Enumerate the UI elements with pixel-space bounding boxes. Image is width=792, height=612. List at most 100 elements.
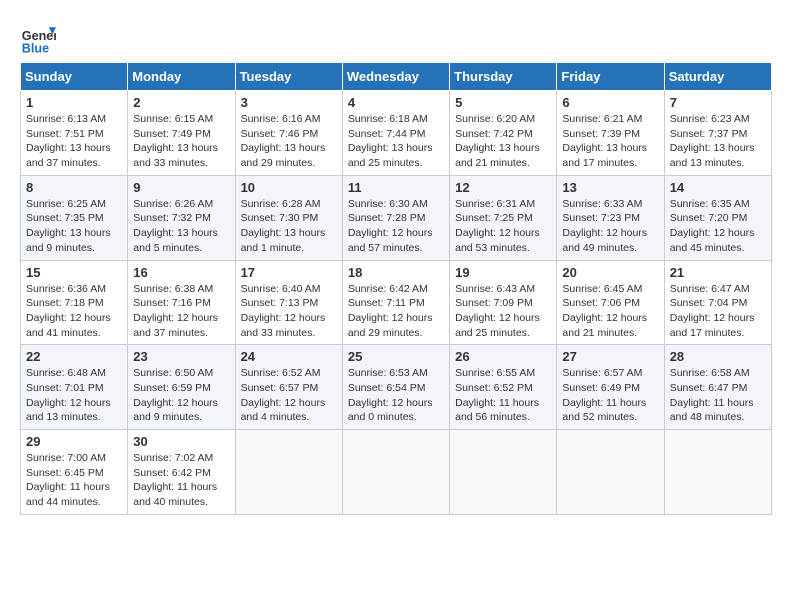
day-number: 4 xyxy=(348,95,444,110)
day-info: Sunrise: 6:42 AMSunset: 7:11 PMDaylight:… xyxy=(348,282,444,341)
calendar-cell: 23 Sunrise: 6:50 AMSunset: 6:59 PMDayligh… xyxy=(128,345,235,430)
day-info: Sunrise: 6:36 AMSunset: 7:18 PMDaylight:… xyxy=(26,282,122,341)
weekday-header-wednesday: Wednesday xyxy=(342,63,449,91)
day-number: 17 xyxy=(241,265,337,280)
day-number: 23 xyxy=(133,349,229,364)
day-info: Sunrise: 6:31 AMSunset: 7:25 PMDaylight:… xyxy=(455,197,551,256)
weekday-header-saturday: Saturday xyxy=(664,63,771,91)
day-info: Sunrise: 7:00 AMSunset: 6:45 PMDaylight:… xyxy=(26,451,122,510)
day-number: 11 xyxy=(348,180,444,195)
calendar-cell: 28 Sunrise: 6:58 AMSunset: 6:47 PMDayligh… xyxy=(664,345,771,430)
calendar-cell: 14 Sunrise: 6:35 AMSunset: 7:20 PMDayligh… xyxy=(664,175,771,260)
calendar-cell: 7Sunrise: 6:23 AMSunset: 7:37 PMDaylight… xyxy=(664,91,771,176)
calendar-cell: 12 Sunrise: 6:31 AMSunset: 7:25 PMDayligh… xyxy=(450,175,557,260)
day-info: Sunrise: 6:25 AMSunset: 7:35 PMDaylight:… xyxy=(26,197,122,256)
calendar-cell: 1 Sunrise: 6:13 AMSunset: 7:51 PMDaylight… xyxy=(21,91,128,176)
calendar-cell: 2 Sunrise: 6:15 AMSunset: 7:49 PMDaylight… xyxy=(128,91,235,176)
calendar-cell: 24Sunrise: 6:52 AMSunset: 6:57 PMDayligh… xyxy=(235,345,342,430)
logo: General Blue xyxy=(20,20,56,56)
calendar-week-4: 22 Sunrise: 6:48 AMSunset: 7:01 PMDayligh… xyxy=(21,345,772,430)
calendar-cell: 5 Sunrise: 6:20 AMSunset: 7:42 PMDaylight… xyxy=(450,91,557,176)
day-info: Sunrise: 6:43 AMSunset: 7:09 PMDaylight:… xyxy=(455,282,551,341)
day-info: Sunrise: 6:48 AMSunset: 7:01 PMDaylight:… xyxy=(26,366,122,425)
calendar-cell: 8 Sunrise: 6:25 AMSunset: 7:35 PMDaylight… xyxy=(21,175,128,260)
day-info: Sunrise: 6:40 AMSunset: 7:13 PMDaylight:… xyxy=(241,282,337,341)
calendar-cell: 21 Sunrise: 6:47 AMSunset: 7:04 PMDayligh… xyxy=(664,260,771,345)
weekday-header-tuesday: Tuesday xyxy=(235,63,342,91)
calendar-cell: 15Sunrise: 6:36 AMSunset: 7:18 PMDayligh… xyxy=(21,260,128,345)
calendar-cell: 26 Sunrise: 6:55 AMSunset: 6:52 PMDayligh… xyxy=(450,345,557,430)
day-info: Sunrise: 6:58 AMSunset: 6:47 PMDaylight:… xyxy=(670,366,766,425)
day-number: 30 xyxy=(133,434,229,449)
day-info: Sunrise: 6:18 AMSunset: 7:44 PMDaylight:… xyxy=(348,112,444,171)
calendar-cell: 10 Sunrise: 6:28 AMSunset: 7:30 PMDayligh… xyxy=(235,175,342,260)
calendar-cell: 25Sunrise: 6:53 AMSunset: 6:54 PMDayligh… xyxy=(342,345,449,430)
weekday-header-row: SundayMondayTuesdayWednesdayThursdayFrid… xyxy=(21,63,772,91)
day-number: 29 xyxy=(26,434,122,449)
page-header: General Blue xyxy=(20,20,772,56)
day-number: 20 xyxy=(562,265,658,280)
calendar-cell: 13 Sunrise: 6:33 AMSunset: 7:23 PMDayligh… xyxy=(557,175,664,260)
calendar-cell: 22 Sunrise: 6:48 AMSunset: 7:01 PMDayligh… xyxy=(21,345,128,430)
weekday-header-friday: Friday xyxy=(557,63,664,91)
logo-icon: General Blue xyxy=(20,20,56,56)
day-number: 18 xyxy=(348,265,444,280)
day-info: Sunrise: 6:38 AMSunset: 7:16 PMDaylight:… xyxy=(133,282,229,341)
calendar-cell: 27 Sunrise: 6:57 AMSunset: 6:49 PMDayligh… xyxy=(557,345,664,430)
day-info: Sunrise: 6:55 AMSunset: 6:52 PMDaylight:… xyxy=(455,366,551,425)
calendar-table: SundayMondayTuesdayWednesdayThursdayFrid… xyxy=(20,62,772,515)
day-info: Sunrise: 6:57 AMSunset: 6:49 PMDaylight:… xyxy=(562,366,658,425)
calendar-week-3: 15Sunrise: 6:36 AMSunset: 7:18 PMDayligh… xyxy=(21,260,772,345)
weekday-header-sunday: Sunday xyxy=(21,63,128,91)
day-number: 12 xyxy=(455,180,551,195)
day-number: 10 xyxy=(241,180,337,195)
day-number: 26 xyxy=(455,349,551,364)
day-info: Sunrise: 6:30 AMSunset: 7:28 PMDaylight:… xyxy=(348,197,444,256)
day-info: Sunrise: 6:28 AMSunset: 7:30 PMDaylight:… xyxy=(241,197,337,256)
day-number: 27 xyxy=(562,349,658,364)
calendar-cell: 4 Sunrise: 6:18 AMSunset: 7:44 PMDaylight… xyxy=(342,91,449,176)
day-number: 2 xyxy=(133,95,229,110)
day-number: 22 xyxy=(26,349,122,364)
calendar-cell: 16Sunrise: 6:38 AMSunset: 7:16 PMDayligh… xyxy=(128,260,235,345)
day-number: 25 xyxy=(348,349,444,364)
day-info: Sunrise: 6:16 AMSunset: 7:46 PMDaylight:… xyxy=(241,112,337,171)
calendar-week-5: 29 Sunrise: 7:00 AMSunset: 6:45 PMDayligh… xyxy=(21,430,772,515)
svg-text:Blue: Blue xyxy=(22,41,49,55)
day-number: 14 xyxy=(670,180,766,195)
day-number: 5 xyxy=(455,95,551,110)
calendar-week-1: 1 Sunrise: 6:13 AMSunset: 7:51 PMDaylight… xyxy=(21,91,772,176)
calendar-cell: 29 Sunrise: 7:00 AMSunset: 6:45 PMDayligh… xyxy=(21,430,128,515)
day-info: Sunrise: 6:45 AMSunset: 7:06 PMDaylight:… xyxy=(562,282,658,341)
calendar-cell xyxy=(342,430,449,515)
calendar-cell: 11 Sunrise: 6:30 AMSunset: 7:28 PMDayligh… xyxy=(342,175,449,260)
day-number: 19 xyxy=(455,265,551,280)
calendar-cell xyxy=(557,430,664,515)
day-info: Sunrise: 6:47 AMSunset: 7:04 PMDaylight:… xyxy=(670,282,766,341)
day-info: Sunrise: 6:20 AMSunset: 7:42 PMDaylight:… xyxy=(455,112,551,171)
calendar-cell: 20 Sunrise: 6:45 AMSunset: 7:06 PMDayligh… xyxy=(557,260,664,345)
calendar-body: 1 Sunrise: 6:13 AMSunset: 7:51 PMDaylight… xyxy=(21,91,772,515)
day-number: 28 xyxy=(670,349,766,364)
calendar-cell xyxy=(450,430,557,515)
calendar-cell: 17 Sunrise: 6:40 AMSunset: 7:13 PMDayligh… xyxy=(235,260,342,345)
weekday-header-monday: Monday xyxy=(128,63,235,91)
day-number: 13 xyxy=(562,180,658,195)
calendar-cell: 19 Sunrise: 6:43 AMSunset: 7:09 PMDayligh… xyxy=(450,260,557,345)
day-info: Sunrise: 6:50 AMSunset: 6:59 PMDaylight:… xyxy=(133,366,229,425)
day-number: 7 xyxy=(670,95,766,110)
day-number: 1 xyxy=(26,95,122,110)
day-number: 21 xyxy=(670,265,766,280)
calendar-cell: 18 Sunrise: 6:42 AMSunset: 7:11 PMDayligh… xyxy=(342,260,449,345)
day-info: Sunrise: 6:15 AMSunset: 7:49 PMDaylight:… xyxy=(133,112,229,171)
calendar-cell: 30Sunrise: 7:02 AMSunset: 6:42 PMDayligh… xyxy=(128,430,235,515)
day-number: 9 xyxy=(133,180,229,195)
day-info: Sunrise: 6:33 AMSunset: 7:23 PMDaylight:… xyxy=(562,197,658,256)
day-number: 24 xyxy=(241,349,337,364)
day-info: Sunrise: 6:21 AMSunset: 7:39 PMDaylight:… xyxy=(562,112,658,171)
weekday-header-thursday: Thursday xyxy=(450,63,557,91)
day-info: Sunrise: 6:35 AMSunset: 7:20 PMDaylight:… xyxy=(670,197,766,256)
day-info: Sunrise: 6:13 AMSunset: 7:51 PMDaylight:… xyxy=(26,112,122,171)
calendar-cell: 9Sunrise: 6:26 AMSunset: 7:32 PMDaylight… xyxy=(128,175,235,260)
day-number: 8 xyxy=(26,180,122,195)
